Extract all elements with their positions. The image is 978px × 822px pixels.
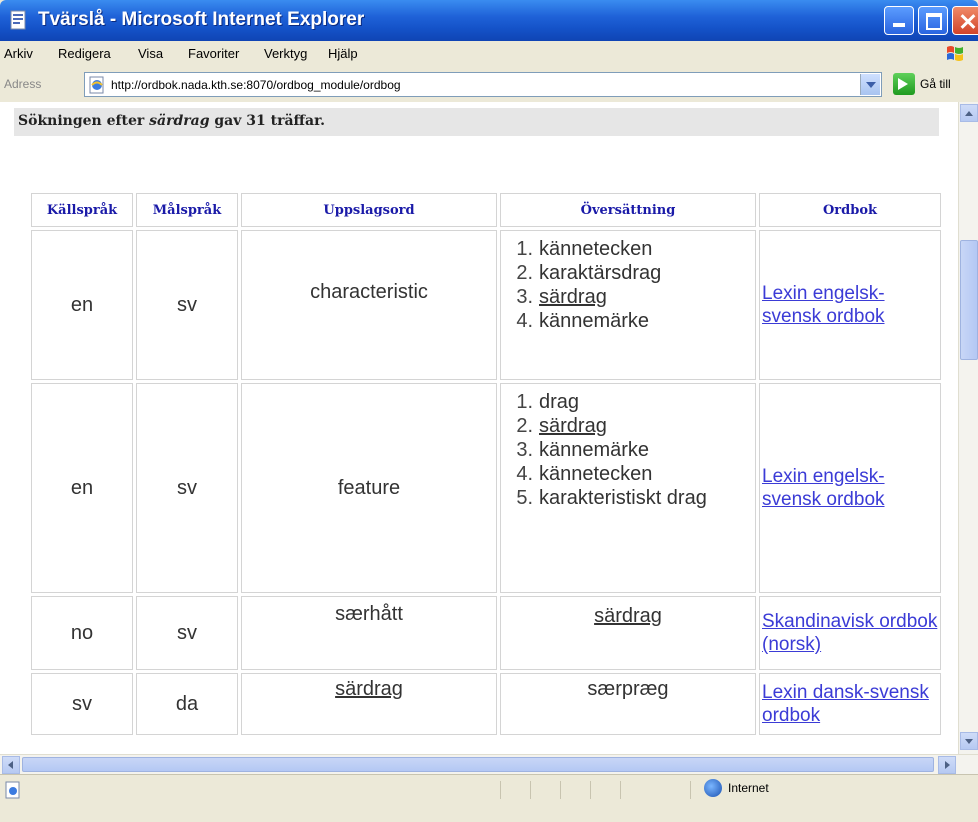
target-language: da [136,673,238,735]
status-divider [620,781,621,799]
target-language: sv [136,383,238,593]
menu-visa[interactable]: Visa [138,46,163,61]
search-term: särdrag [149,113,210,129]
dictionary-link[interactable]: Skandinavisk ordbok (norsk) [760,610,940,656]
menu-favoriter[interactable]: Favoriter [188,46,239,61]
headword-link[interactable]: särdrag [335,678,403,700]
windows-logo-icon [947,46,963,61]
translation-link[interactable]: särdrag [507,285,755,309]
translation-item: kännetecken [507,237,653,261]
headword: särdrag [241,673,497,735]
menu-arkiv[interactable]: Arkiv [4,46,33,61]
header-headword: Uppslagsord [241,193,497,227]
translation-link[interactable]: särdrag [507,414,755,438]
table-row: en sv characteristic kännetecken karaktä… [31,230,941,380]
address-url[interactable]: http://ordbok.nada.kth.se:8070/ordbog_mo… [111,78,401,92]
scroll-down-button[interactable] [960,732,978,750]
translation-link[interactable]: särdrag [594,605,662,627]
status-divider [590,781,591,799]
translation-item: kännemärke [507,438,650,462]
scroll-right-button[interactable] [938,756,956,774]
security-zone-label: Internet [728,781,769,795]
address-bar: Adress http://ordbok.nada.kth.se:8070/or… [0,67,978,103]
table-row: en sv feature drag särdrag kännemärke kä… [31,383,941,593]
translation-item: karaktärsdrag [507,261,662,285]
menu-verktyg[interactable]: Verktyg [264,46,307,61]
maximize-button[interactable] [918,6,948,35]
horizontal-scrollbar[interactable] [0,754,978,774]
target-language: sv [136,230,238,380]
status-divider [690,781,691,799]
translation-item: karakteristiskt drag [507,486,707,510]
dictionary-link[interactable]: Lexin engelsk-svensk ordbok [760,282,940,328]
translation-item: kännetecken [507,462,653,486]
status-divider [500,781,501,799]
address-field[interactable]: http://ordbok.nada.kth.se:8070/ordbog_mo… [84,72,882,97]
translation-list: kännetecken karaktärsdrag särdrag kännem… [501,237,755,333]
source-language: no [31,596,133,670]
header-dictionary: Ordbok [759,193,941,227]
window-title: Tvärslå - Microsoft Internet Explorer [38,9,365,30]
dictionary-cell: Lexin engelsk-svensk ordbok [759,230,941,380]
address-label: Adress [4,77,42,91]
status-divider [560,781,561,799]
source-language: en [31,383,133,593]
dictionary-cell: Skandinavisk ordbok (norsk) [759,596,941,670]
translations: drag särdrag kännemärke kännetecken kara… [500,383,756,593]
scroll-left-button[interactable] [2,756,20,774]
table-row: sv da särdrag særpræg Lexin dansk-svensk… [31,673,941,735]
ie-page-icon [89,76,104,94]
target-language: sv [136,596,238,670]
search-result-text: Sökningen efter särdrag gav 31 träffar. [18,113,326,129]
status-divider [530,781,531,799]
vertical-scroll-thumb[interactable] [960,240,978,360]
header-target-language: Målspråk [136,193,238,227]
translation-list: drag särdrag kännemärke kännetecken kara… [501,390,755,510]
scroll-up-button[interactable] [960,104,978,122]
menu-redigera[interactable]: Redigera [58,46,111,61]
search-result-banner: Sökningen efter särdrag gav 31 träffar. [14,108,939,136]
page-content: Sökningen efter särdrag gav 31 träffar. … [0,102,958,754]
headword: feature [241,383,497,593]
vertical-scrollbar[interactable] [958,102,978,754]
status-bar: Internet [0,774,978,822]
dictionary-link[interactable]: Lexin dansk-svensk ordbok [760,681,940,727]
results-table: Källspråk Målspråk Uppslagsord Översättn… [28,190,944,738]
horizontal-scroll-thumb[interactable] [22,757,934,772]
headword: characteristic [241,230,497,380]
title-bar: Tvärslå - Microsoft Internet Explorer [0,0,978,41]
ie-page-icon [10,10,26,30]
table-row: no sv særhått särdrag Skandinavisk ordbo… [31,596,941,670]
source-language: sv [31,673,133,735]
dictionary-link[interactable]: Lexin engelsk-svensk ordbok [760,465,940,511]
address-dropdown-icon[interactable] [860,74,880,95]
translation-item: kännemärke [507,309,650,333]
translations: særpræg [500,673,756,735]
translations: särdrag [500,596,756,670]
go-button-label[interactable]: Gå till [920,77,951,91]
page-status-icon [5,781,20,799]
translation-item: drag [507,390,580,414]
internet-zone-icon [704,779,722,797]
dictionary-cell: Lexin engelsk-svensk ordbok [759,383,941,593]
source-language: en [31,230,133,380]
header-translation: Översättning [500,193,756,227]
header-source-language: Källspråk [31,193,133,227]
minimize-button[interactable] [884,6,914,35]
close-button[interactable] [952,6,978,35]
headword: særhått [241,596,497,670]
dictionary-cell: Lexin dansk-svensk ordbok [759,673,941,735]
translations: kännetecken karaktärsdrag särdrag kännem… [500,230,756,380]
menu-hjalp[interactable]: Hjälp [328,46,358,61]
go-arrow-icon[interactable] [893,73,915,95]
menu-bar: Arkiv Redigera Visa Favoriter Verktyg Hj… [0,41,978,68]
